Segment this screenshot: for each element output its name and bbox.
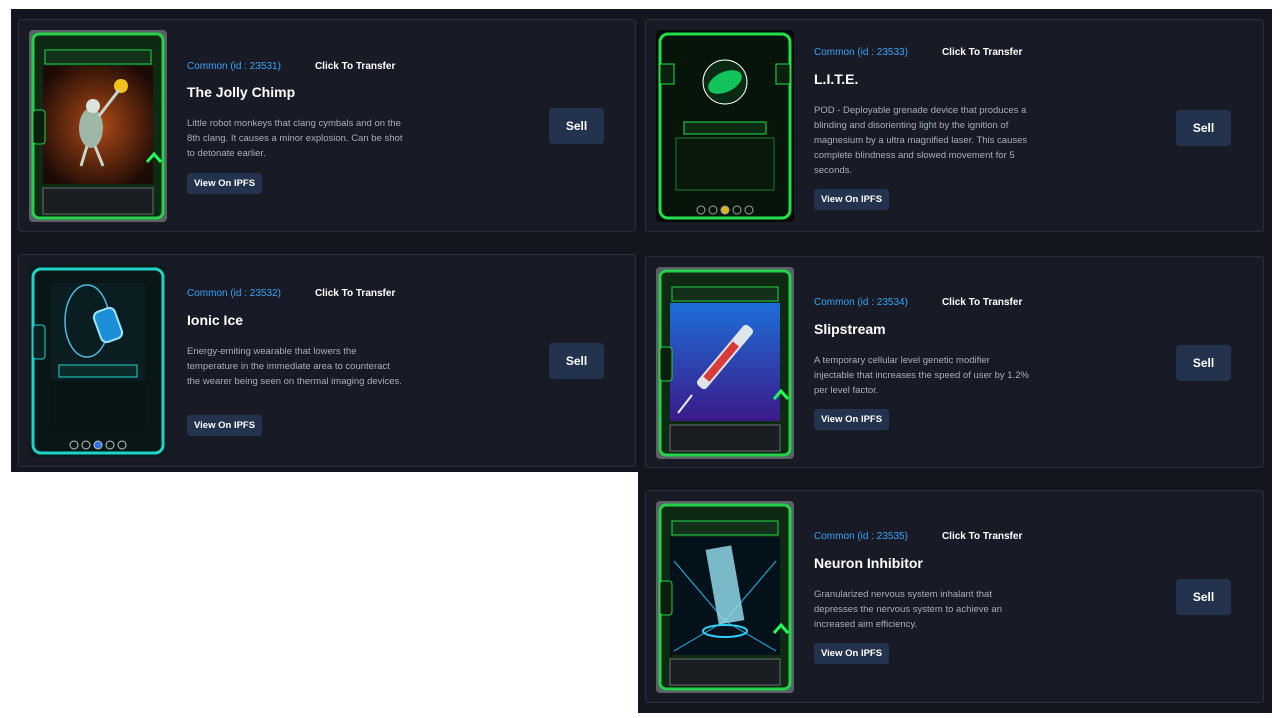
card-art-slipstream[interactable] [656, 267, 794, 459]
robot-monkey-icon [29, 30, 167, 222]
view-on-ipfs-button[interactable]: View On IPFS [187, 415, 263, 436]
syringe-icon [656, 267, 794, 459]
view-on-ipfs-button[interactable]: View On IPFS [814, 409, 890, 430]
card-art-jolly-chimp[interactable] [29, 30, 167, 222]
item-card-lite: Common (id : 23533) Click To Transfer L.… [645, 19, 1264, 232]
ice-pendant-icon [29, 265, 167, 457]
item-description: Little robot monkeys that clang cymbals … [187, 118, 403, 159]
card-art-lite[interactable] [656, 30, 794, 222]
inhalant-icon [656, 501, 794, 693]
card-art-neuron-inhibitor[interactable] [656, 501, 794, 693]
item-description: A temporary cellular level genetic modif… [814, 355, 1029, 396]
card-art-ionic-ice[interactable] [29, 265, 167, 457]
rarity-label: Common (id : 23531) [187, 61, 281, 72]
item-description: Granularized nervous system inhalant tha… [814, 589, 1002, 630]
item-name: L.I.T.E. [814, 71, 859, 87]
transfer-link[interactable]: Click To Transfer [942, 531, 1022, 542]
item-description: POD - Deployable grenade device that pro… [814, 105, 1028, 176]
item-card-neuron-inhibitor: Common (id : 23535) Click To Transfer Ne… [645, 490, 1264, 703]
sell-button[interactable]: Sell [1176, 345, 1231, 381]
view-on-ipfs-button[interactable]: View On IPFS [814, 643, 890, 664]
sell-button[interactable]: Sell [1176, 110, 1231, 146]
sell-button[interactable]: Sell [549, 343, 604, 379]
rarity-label: Common (id : 23535) [814, 531, 908, 542]
item-name: Ionic Ice [187, 312, 244, 328]
rarity-label: Common (id : 23534) [814, 297, 908, 308]
item-name: The Jolly Chimp [187, 84, 296, 100]
item-card-jolly-chimp: Common (id : 23531) Click To Transfer Th… [18, 19, 636, 232]
transfer-link[interactable]: Click To Transfer [942, 297, 1022, 308]
transfer-link[interactable]: Click To Transfer [942, 47, 1022, 58]
transfer-link[interactable]: Click To Transfer [315, 288, 395, 299]
grenade-icon [656, 30, 794, 222]
item-name: Slipstream [814, 321, 886, 337]
item-card-slipstream: Common (id : 23534) Click To Transfer Sl… [645, 256, 1264, 468]
sell-button[interactable]: Sell [1176, 579, 1231, 615]
sell-button[interactable]: Sell [549, 108, 604, 144]
rarity-label: Common (id : 23532) [187, 288, 281, 299]
view-on-ipfs-button[interactable]: View On IPFS [187, 173, 263, 194]
item-name: Neuron Inhibitor [814, 555, 923, 571]
view-on-ipfs-button[interactable]: View On IPFS [814, 189, 890, 210]
item-card-ionic-ice: Common (id : 23532) Click To Transfer Io… [18, 254, 636, 467]
transfer-link[interactable]: Click To Transfer [315, 61, 395, 72]
rarity-label: Common (id : 23533) [814, 47, 908, 58]
item-description: Energy-emiting wearable that lowers the … [187, 346, 402, 387]
